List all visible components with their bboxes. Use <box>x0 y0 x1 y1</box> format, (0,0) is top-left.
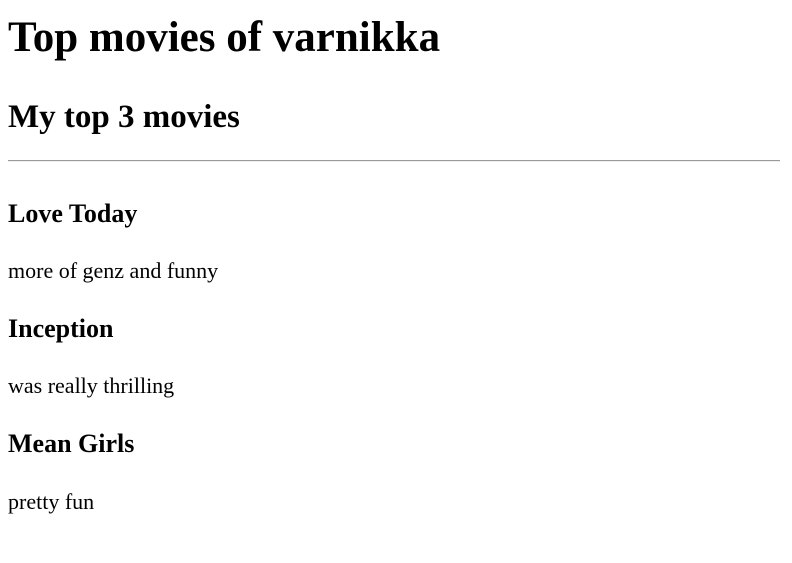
movie-description: more of genz and funny <box>8 258 219 283</box>
movie-title: Mean Girls <box>8 429 135 458</box>
movie-title: Inception <box>8 314 114 343</box>
movie-title: Love Today <box>8 199 138 228</box>
page-title: Top movies of varnikka <box>8 14 441 61</box>
movie-description: was really thrilling <box>8 373 175 398</box>
page-subtitle: My top 3 movies <box>8 99 240 135</box>
movie-description: pretty fun <box>8 489 95 514</box>
divider <box>8 160 780 162</box>
